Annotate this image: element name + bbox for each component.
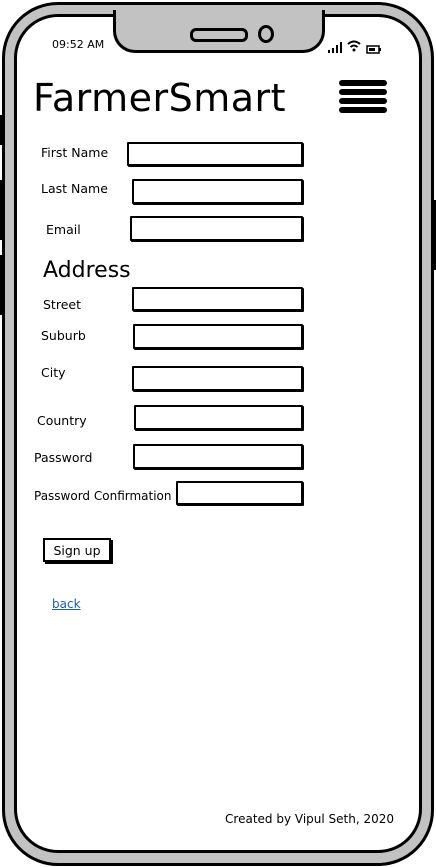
email-label: Email xyxy=(46,222,81,237)
phone-screen xyxy=(14,14,422,853)
password-confirmation-input[interactable] xyxy=(176,481,303,505)
address-heading: Address xyxy=(43,258,131,283)
password-confirmation-label: Password Confirmation xyxy=(34,489,172,503)
back-link[interactable]: back xyxy=(52,597,81,611)
battery-icon xyxy=(366,39,382,58)
suburb-input[interactable] xyxy=(133,324,303,349)
side-button xyxy=(0,115,4,145)
city-label: City xyxy=(41,365,66,380)
sign-up-button[interactable]: Sign up xyxy=(43,538,111,562)
footer-credit: Created by Vipul Seth, 2020 xyxy=(225,812,394,826)
hamburger-menu-icon[interactable] xyxy=(339,80,387,116)
street-label: Street xyxy=(43,297,81,312)
last-name-input[interactable] xyxy=(132,179,303,204)
speaker-icon xyxy=(190,28,248,42)
first-name-input[interactable] xyxy=(127,142,303,166)
suburb-label: Suburb xyxy=(41,328,86,343)
street-input[interactable] xyxy=(132,287,303,311)
email-input[interactable] xyxy=(130,216,303,241)
password-input[interactable] xyxy=(133,444,303,469)
wifi-icon xyxy=(347,37,361,56)
password-label: Password xyxy=(34,450,93,465)
country-label: Country xyxy=(37,413,87,428)
side-button xyxy=(432,200,436,270)
city-input[interactable] xyxy=(132,366,303,391)
last-name-label: Last Name xyxy=(41,181,108,196)
side-button xyxy=(0,255,4,315)
first-name-label: First Name xyxy=(41,145,109,160)
status-time: 09:52 AM xyxy=(52,38,105,51)
side-button xyxy=(0,180,4,240)
app-title: FarmerSmart xyxy=(33,76,287,120)
signal-icon xyxy=(328,38,344,57)
country-input[interactable] xyxy=(134,405,303,430)
camera-icon xyxy=(258,25,274,43)
